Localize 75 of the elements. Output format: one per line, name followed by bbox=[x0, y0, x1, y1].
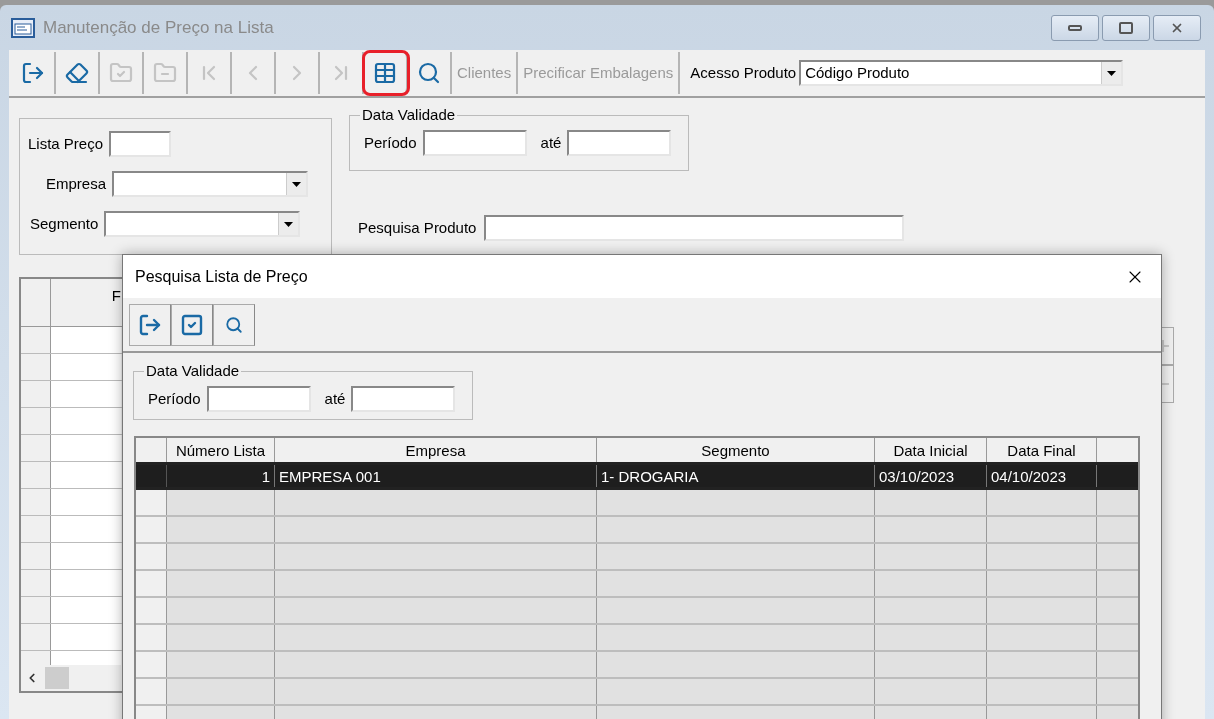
field-label: Pesquisa Produto bbox=[358, 217, 477, 238]
field-label: Segmento bbox=[30, 213, 99, 234]
dialog-title: Pesquisa Lista de Preço bbox=[135, 266, 309, 287]
search-icon bbox=[225, 315, 243, 334]
table-cell bbox=[51, 381, 121, 407]
dropdown-arrow-icon bbox=[284, 221, 294, 227]
row-header bbox=[136, 598, 167, 623]
row-header bbox=[136, 571, 167, 596]
eraser-icon bbox=[65, 61, 89, 85]
date-field[interactable] bbox=[206, 386, 311, 413]
access-dropdown[interactable]: Código Produto bbox=[799, 60, 1124, 86]
row-header bbox=[136, 679, 167, 704]
row-header bbox=[136, 490, 167, 515]
table-icon bbox=[373, 61, 397, 85]
folder-minus-icon bbox=[153, 61, 177, 85]
minimize-icon bbox=[1068, 24, 1082, 31]
row-header bbox=[136, 517, 167, 542]
field-label: Período bbox=[148, 389, 201, 409]
table-cell bbox=[51, 435, 121, 461]
dropdown-arrow-icon bbox=[1107, 70, 1117, 76]
window-title: Manutenção de Preço na Lista bbox=[43, 16, 275, 39]
exit-icon bbox=[138, 312, 162, 337]
table-cell bbox=[51, 597, 121, 623]
folder-check-icon bbox=[109, 61, 133, 85]
check-icon bbox=[180, 312, 204, 337]
maximize-icon bbox=[1119, 21, 1133, 34]
table-cell: 1- DROGARIA bbox=[597, 465, 875, 487]
table-row[interactable]: 1 EMPRESA 001 1- DROGARIA 03/10/2023 04/10/2023 bbox=[136, 465, 1138, 490]
toolbar-icon-button[interactable] bbox=[213, 303, 255, 346]
row-header bbox=[136, 625, 167, 650]
table-cell bbox=[51, 543, 121, 569]
search-field[interactable] bbox=[484, 215, 905, 241]
table-cell bbox=[51, 354, 121, 380]
maximize-button[interactable] bbox=[1102, 14, 1150, 41]
field-label: Acesso Produto bbox=[690, 62, 797, 83]
minimize-button[interactable] bbox=[1051, 14, 1099, 41]
table-cell bbox=[51, 489, 121, 515]
column-header[interactable]: Segmento bbox=[597, 438, 875, 462]
table-cell: 1 bbox=[167, 465, 275, 487]
table-cell: 03/10/2023 bbox=[875, 465, 987, 487]
table-cell: EMPRESA 001 bbox=[275, 465, 597, 487]
field-label: até bbox=[540, 132, 562, 153]
table-cell: 04/10/2023 bbox=[987, 465, 1097, 487]
input-field[interactable] bbox=[109, 131, 172, 157]
column-header[interactable]: Data Inicial bbox=[875, 438, 987, 462]
table-cell bbox=[51, 462, 121, 488]
column-header[interactable]: Número Lista bbox=[167, 438, 275, 462]
date-field[interactable] bbox=[567, 130, 672, 156]
segment-dropdown[interactable] bbox=[104, 211, 301, 237]
table-cell bbox=[51, 327, 121, 353]
toolbar-icon-button[interactable] bbox=[171, 303, 213, 346]
field-label: até bbox=[324, 389, 346, 409]
table-cell bbox=[51, 408, 121, 434]
date-field[interactable] bbox=[422, 130, 527, 156]
toolbar-icon-button[interactable] bbox=[129, 303, 171, 346]
date-field[interactable] bbox=[351, 386, 456, 413]
table-cell bbox=[51, 624, 121, 650]
column-header: F bbox=[110, 286, 121, 306]
scrollbar-thumb[interactable] bbox=[45, 667, 69, 689]
column-header[interactable]: Data Final bbox=[987, 438, 1097, 462]
company-dropdown[interactable] bbox=[112, 171, 309, 197]
exit-icon bbox=[21, 61, 45, 85]
search-icon bbox=[417, 61, 441, 85]
field-label: Empresa bbox=[46, 173, 107, 194]
close-button[interactable] bbox=[1153, 14, 1201, 41]
app-icon bbox=[11, 17, 35, 38]
field-label: Lista Preço bbox=[28, 133, 104, 154]
field-label: Período bbox=[364, 132, 417, 153]
dropdown-arrow-icon bbox=[292, 181, 302, 187]
toolbar-icon-button[interactable] bbox=[364, 52, 408, 94]
row-header bbox=[136, 652, 167, 677]
row-header bbox=[136, 544, 167, 569]
table-cell bbox=[51, 516, 121, 542]
table-cell bbox=[51, 570, 121, 596]
column-header[interactable]: Empresa bbox=[275, 438, 597, 462]
